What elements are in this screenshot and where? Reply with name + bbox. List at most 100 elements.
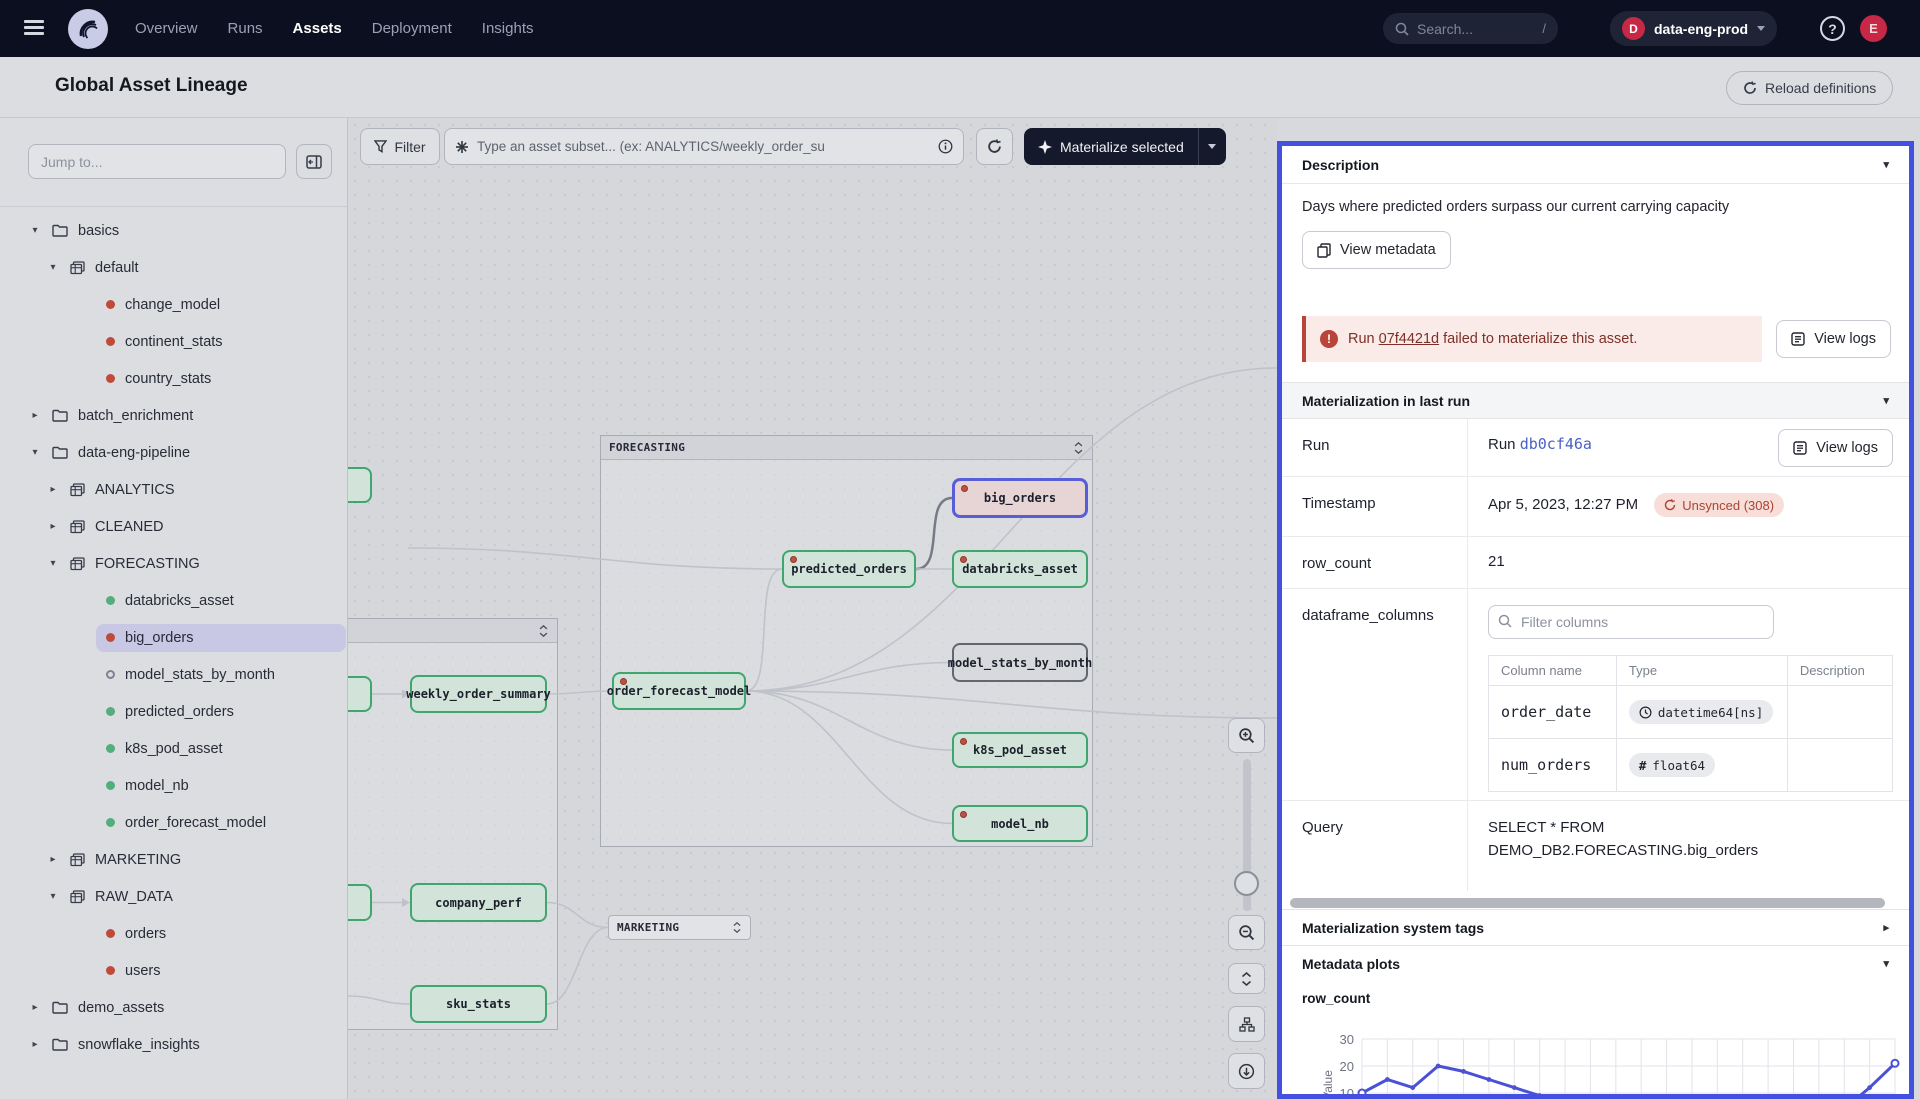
menu-icon[interactable] <box>24 20 44 36</box>
row-count-value: 21 <box>1468 537 1909 588</box>
caret-right-icon[interactable]: ▸ <box>46 521 60 532</box>
asset-node-order_forecast_model[interactable]: order_forecast_model <box>612 672 746 710</box>
asset-node-k8s_pod_asset[interactable]: k8s_pod_asset <box>952 732 1088 768</box>
nav-tab-deployment[interactable]: Deployment <box>372 20 452 37</box>
caret-right-icon[interactable]: ▸ <box>46 484 60 495</box>
run-id-link[interactable]: db0cf46a <box>1520 435 1592 453</box>
dagster-logo-icon[interactable] <box>68 9 108 49</box>
avatar[interactable]: E <box>1860 15 1887 42</box>
sidebar-item-FORECASTING[interactable]: ▾FORECASTING <box>0 545 347 582</box>
nav-tab-overview[interactable]: Overview <box>135 20 198 37</box>
asset-node-partial-1[interactable] <box>348 467 372 503</box>
sidebar-item-users[interactable]: users <box>0 952 347 989</box>
failed-status-icon <box>106 929 115 938</box>
nav-tab-runs[interactable]: Runs <box>228 20 263 37</box>
recenter-button[interactable] <box>1228 1053 1265 1089</box>
sidebar-item-data-eng-pipeline[interactable]: ▾data-eng-pipeline <box>0 434 347 471</box>
unsynced-badge[interactable]: Unsynced (308) <box>1654 493 1784 517</box>
asset-node-predicted_orders[interactable]: predicted_orders <box>782 550 916 588</box>
nav-tab-insights[interactable]: Insights <box>482 20 534 37</box>
caret-down-icon[interactable]: ▾ <box>46 558 60 569</box>
asset-node-weekly_order_summary[interactable]: weekly_order_summary <box>410 675 547 713</box>
svg-text:30: 30 <box>1340 1032 1354 1047</box>
metadata-plots-section-header[interactable]: Metadata plots ▾ <box>1282 945 1909 981</box>
caret-down-icon[interactable]: ▾ <box>28 447 42 458</box>
sidebar-item-RAW_DATA[interactable]: ▾RAW_DATA <box>0 878 347 915</box>
sidebar-item-label: default <box>95 260 139 276</box>
view-metadata-button[interactable]: View metadata <box>1302 231 1451 269</box>
materialize-selected-button[interactable]: Materialize selected <box>1024 128 1226 165</box>
caret-right-icon[interactable]: ▸ <box>46 854 60 865</box>
asset-subset-field[interactable] <box>444 128 964 165</box>
asset-node-databricks_asset[interactable]: databricks_asset <box>952 550 1088 588</box>
workspace-switcher[interactable]: D data-eng-prod <box>1610 11 1777 46</box>
failed-run-link[interactable]: 07f4421d <box>1379 331 1439 347</box>
asset-subset-input[interactable] <box>477 139 930 154</box>
zoom-slider-handle[interactable] <box>1234 871 1259 896</box>
graph-layout-button[interactable] <box>1228 1006 1265 1042</box>
failed-status-icon <box>790 556 797 563</box>
sidebar-item-change_model[interactable]: change_model <box>0 286 347 323</box>
asset-node-model_nb[interactable]: model_nb <box>952 805 1088 842</box>
info-icon[interactable] <box>938 139 953 154</box>
description-section-header[interactable]: Description ▾ <box>1282 146 1909 184</box>
reload-definitions-button[interactable]: Reload definitions <box>1726 71 1893 105</box>
sidebar-item-model_stats_by_month[interactable]: model_stats_by_month <box>0 656 347 693</box>
sidebar-item-default[interactable]: ▾ default <box>0 249 347 286</box>
horizontal-scrollbar[interactable] <box>1290 898 1885 908</box>
sidebar-item-country_stats[interactable]: country_stats <box>0 360 347 397</box>
asset-node-model_stats_by_month[interactable]: model_stats_by_month <box>952 643 1088 682</box>
sidebar-item-continent_stats[interactable]: continent_stats <box>0 323 347 360</box>
sidebar-item-CLEANED[interactable]: ▸CLEANED <box>0 508 347 545</box>
zoom-in-button[interactable] <box>1228 718 1265 753</box>
chevron-down-icon: ▾ <box>1883 957 1889 970</box>
asset-node-label: predicted_orders <box>791 562 907 576</box>
asset-node-partial-3[interactable] <box>348 884 372 921</box>
sidebar-item-snowflake_insights[interactable]: ▸snowflake_insights <box>0 1026 347 1063</box>
collapse-groups-button[interactable] <box>1228 963 1265 994</box>
sidebar-item-ANALYTICS[interactable]: ▸ANALYTICS <box>0 471 347 508</box>
filter-button[interactable]: Filter <box>360 128 440 165</box>
sidebar-item-model_nb[interactable]: model_nb <box>0 767 347 804</box>
materialization-section-header[interactable]: Materialization in last run ▾ <box>1282 382 1909 419</box>
global-search[interactable]: Search... / <box>1383 13 1558 44</box>
view-logs-button-run[interactable]: View logs <box>1778 429 1893 467</box>
caret-right-icon[interactable]: ▸ <box>28 410 42 421</box>
help-icon[interactable]: ? <box>1820 16 1845 41</box>
caret-down-icon[interactable]: ▾ <box>46 891 60 902</box>
asset-node-partial-2[interactable] <box>348 676 372 712</box>
sidebar-item-order_forecast_model[interactable]: order_forecast_model <box>0 804 347 841</box>
caret-down-icon[interactable]: ▾ <box>46 262 60 273</box>
jump-to-input[interactable] <box>28 144 286 179</box>
asset-node-sku_stats[interactable]: sku_stats <box>410 985 547 1023</box>
asset-node-big_orders[interactable]: big_orders <box>952 478 1088 518</box>
lineage-canvas[interactable]: Filter Materialize selected FORECASTINGw… <box>348 118 1277 1099</box>
sidebar-item-batch_enrichment[interactable]: ▸batch_enrichment <box>0 397 347 434</box>
zoom-out-button[interactable] <box>1228 915 1265 950</box>
sidebar-item-predicted_orders[interactable]: predicted_orders <box>0 693 347 730</box>
filter-columns-input[interactable] <box>1488 605 1774 639</box>
caret-right-icon[interactable]: ▸ <box>28 1039 42 1050</box>
sidebar-item-big_orders[interactable]: big_orders <box>0 619 347 656</box>
query-row: Query SELECT * FROM DEMO_DB2.FORECASTING… <box>1282 801 1909 891</box>
materialize-selected-label: Materialize selected <box>1060 139 1184 155</box>
collapsed-group-node-MARKETING[interactable]: MARKETING <box>608 915 751 940</box>
nav-tab-assets[interactable]: Assets <box>293 20 342 37</box>
caret-right-icon[interactable]: ▸ <box>28 1002 42 1013</box>
caret-down-icon[interactable]: ▾ <box>28 225 42 236</box>
zoom-slider[interactable] <box>1228 759 1265 911</box>
materialize-dropdown-button[interactable] <box>1198 128 1226 165</box>
asset-node-company_perf[interactable]: company_perf <box>410 883 547 922</box>
collapse-sidebar-button[interactable] <box>296 144 332 179</box>
sidebar-item-MARKETING[interactable]: ▸MARKETING <box>0 841 347 878</box>
system-tags-section-header[interactable]: Materialization system tags ▸ <box>1282 909 1909 945</box>
view-logs-button-error[interactable]: View logs <box>1776 320 1891 358</box>
sidebar-item-k8s_pod_asset[interactable]: k8s_pod_asset <box>0 730 347 767</box>
sidebar-item-demo_assets[interactable]: ▸demo_assets <box>0 989 347 1026</box>
sidebar-item-databricks_asset[interactable]: databricks_asset <box>0 582 347 619</box>
sidebar-item-orders[interactable]: orders <box>0 915 347 952</box>
top-nav: Overview Runs Assets Deployment Insights Sea… <box>0 0 1920 57</box>
sidebar-item-basics[interactable]: ▾basics <box>0 212 347 249</box>
refresh-graph-button[interactable] <box>976 128 1013 165</box>
expand-group-icon[interactable] <box>732 922 742 933</box>
